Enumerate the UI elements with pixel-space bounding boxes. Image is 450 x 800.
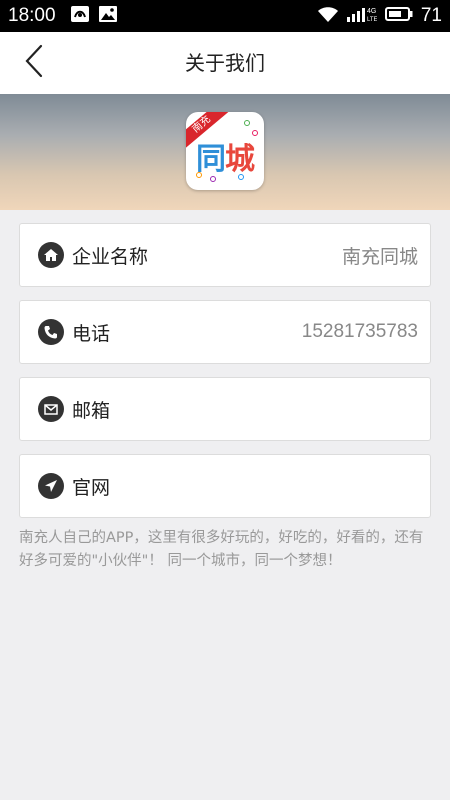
app-logo: 南充 同城 (186, 112, 264, 190)
logo-dot (196, 172, 202, 178)
logo-dot (238, 174, 244, 180)
nav-bar: 关于我们 (0, 32, 450, 94)
svg-text:4G: 4G (367, 8, 376, 15)
website-label: 官网 (72, 476, 111, 499)
intro-text: 南充人自己的APP，这里有很多好玩的，好吃的，好看的，还有好多可爱的"小伙伴"！… (19, 530, 424, 569)
status-bar: 18:00 4G LTE 71 (0, 0, 450, 32)
company-name-value: 南充同城 (341, 245, 418, 268)
home-icon (38, 242, 64, 268)
back-button[interactable] (14, 42, 54, 84)
phone-value[interactable]: 15281735783 (302, 321, 418, 343)
battery-level: 71 (420, 5, 442, 26)
wifi-icon (317, 5, 339, 28)
company-name-label: 企业名称 (72, 245, 149, 268)
chevron-left-icon (24, 44, 44, 82)
company-name-row[interactable]: 企业名称 南充同城 (19, 223, 431, 287)
phone-label: 电话 (72, 322, 111, 345)
notification-app-icon (70, 5, 90, 28)
phone-icon (38, 319, 64, 345)
mail-icon (38, 396, 64, 422)
email-row[interactable]: 邮箱 (19, 377, 431, 441)
phone-row[interactable]: 电话 15281735783 (19, 300, 431, 364)
svg-text:LTE: LTE (367, 17, 377, 23)
logo-dot (252, 130, 258, 136)
signal-icon: 4G LTE (346, 5, 377, 28)
logo-dot (244, 120, 250, 126)
battery-icon (384, 6, 413, 27)
gallery-icon (98, 5, 118, 28)
logo-text-b: 城 (225, 142, 255, 177)
website-row[interactable]: 官网 (19, 454, 431, 518)
status-time: 18:00 (8, 5, 56, 26)
logo-dot (210, 176, 216, 182)
page-title: 关于我们 (185, 51, 265, 75)
navigation-icon (38, 473, 64, 499)
email-label: 邮箱 (72, 399, 111, 422)
